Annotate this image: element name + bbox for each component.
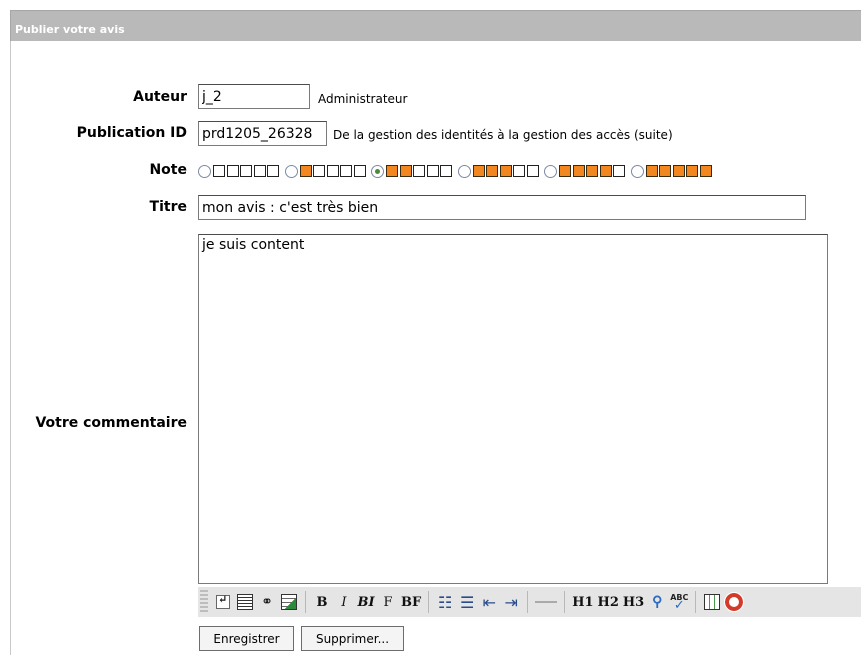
find-replace-button[interactable]: ⚲ [648,591,666,613]
unordered-list-button[interactable]: ☰ [458,591,476,613]
return-icon [216,593,230,609]
link-icon: ⚭ [261,594,273,610]
rating-square-icon [226,165,239,177]
rating-square-icon [213,165,225,177]
rating-square-icon [440,165,452,177]
rating-square-icon [586,165,598,177]
save-button[interactable]: Enregistrer [199,626,294,651]
toolbar-separator [428,591,430,613]
toolbar-separator [527,591,529,613]
author-role: Administrateur [318,92,408,106]
newline-button[interactable] [214,591,232,613]
rating-square-icon [326,165,339,177]
indent-icon: ⇥ [504,592,518,612]
rating-square-icon [240,165,252,177]
comment-textarea[interactable]: je suis content [198,234,828,584]
rating-square-icon [645,165,658,177]
rating-square-icon [413,165,425,177]
rating-square-icon [499,165,512,177]
preview-button[interactable] [703,591,721,613]
bullet-list-icon: ☰ [460,592,475,612]
insert-link-button[interactable]: ⚭ [258,591,276,613]
heading1-button[interactable]: H1 [572,591,593,613]
rating-square-icon [672,165,685,177]
rating-square-icon [613,165,625,177]
note-option-2[interactable] [371,164,454,178]
ordered-list-icon: ☷ [438,592,453,612]
note-option-1[interactable] [284,164,368,178]
outdent-button[interactable]: ⇤ [480,591,498,613]
rating-square-icon [526,165,539,177]
rating-square-icon [472,165,485,177]
toolbar-grip-icon[interactable] [200,590,208,614]
publication-id-input[interactable] [198,121,327,146]
note-rating [198,160,717,182]
rating-square-icon [313,165,325,177]
author-input[interactable] [198,84,310,109]
insert-image-button[interactable] [280,591,298,613]
publication-title: De la gestion des identités à la gestion… [333,128,673,142]
editor-toolbar: ⚭ B I BI F BF ☷ ☰ ⇤ ⇥ H1 H2 H3 ⚲ ABC✓ [198,587,861,617]
rating-square-icon [686,165,698,177]
rating-square-icon [267,165,279,177]
italic-button[interactable]: I [335,591,353,613]
note-radio-5[interactable] [630,164,644,178]
image-icon [281,594,297,610]
preview-icon [704,594,721,610]
rating-square-icon [353,165,366,177]
titre-input[interactable] [198,195,806,220]
titre-label: Titre [149,199,187,215]
find-replace-icon: ⚲ [652,594,663,610]
rating-square-icon [513,165,525,177]
outdent-icon: ⇤ [482,592,496,612]
publication-id-label: Publication ID [76,125,187,141]
note-radio-0[interactable] [198,164,211,178]
note-option-5[interactable] [630,164,714,178]
rating-square-icon [486,165,498,177]
note-radio-1[interactable] [284,164,298,178]
section-title: Publier votre avis [15,23,125,36]
font-button[interactable]: F [379,591,397,613]
note-radio-3[interactable] [457,164,471,178]
horizontal-rule-button[interactable] [535,591,558,613]
spellcheck-icon: ABC ✓ [670,593,689,613]
toolbar-separator [695,591,697,613]
rating-square-icon [559,165,571,177]
note-option-3[interactable] [457,164,541,178]
ordered-list-button[interactable]: ☷ [436,591,454,613]
lifebuoy-icon [724,592,745,612]
rating-square-icon [426,165,439,177]
rating-square-icon [386,165,398,177]
note-radio-4[interactable] [544,164,557,178]
spellcheck-button[interactable]: ABC ✓ [670,591,688,613]
author-label: Auteur [133,89,187,105]
rating-square-icon [299,165,312,177]
horizontal-rule-icon [535,601,558,603]
insert-document-button[interactable] [236,591,254,613]
note-label: Note [149,162,187,178]
delete-button[interactable]: Supprimer... [301,626,404,651]
toolbar-separator [305,591,306,613]
comment-label: Votre commentaire [35,415,187,431]
indent-button[interactable]: ⇥ [502,591,520,613]
bold-font-button[interactable]: BF [401,591,421,613]
heading3-button[interactable]: H3 [623,591,644,613]
note-option-0[interactable] [198,164,281,178]
rating-square-icon [340,165,352,177]
note-radio-2[interactable] [371,164,384,178]
document-icon [237,594,253,610]
rating-square-icon [599,165,612,177]
rating-square-icon [699,165,712,177]
heading2-button[interactable]: H2 [598,591,619,613]
bold-italic-button[interactable]: BI [357,591,375,613]
rating-square-icon [572,165,585,177]
section-header: Publier votre avis [10,10,861,41]
rating-square-icon [399,165,412,177]
bold-button[interactable]: B [313,591,331,613]
toolbar-separator [564,591,566,613]
help-button[interactable] [724,591,745,613]
note-option-4[interactable] [544,164,627,178]
rating-square-icon [253,165,266,177]
rating-square-icon [659,165,671,177]
